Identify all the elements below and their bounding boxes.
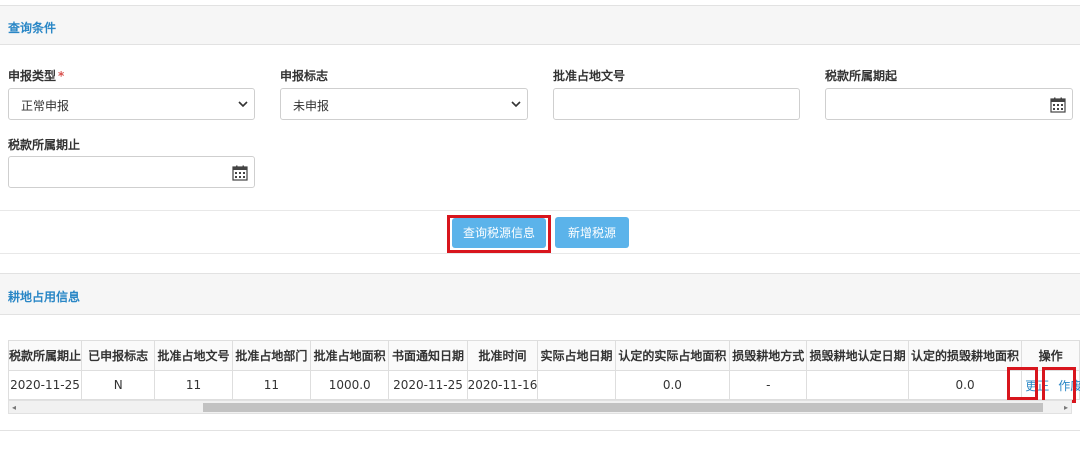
query-button-highlight bbox=[447, 215, 551, 253]
column-header[interactable]: 税款所属期止 bbox=[7, 340, 83, 371]
declare-type-select[interactable]: 正常申报 bbox=[8, 88, 255, 120]
correct-link-highlight bbox=[1007, 367, 1038, 400]
calendar-icon[interactable] bbox=[1050, 97, 1066, 113]
column-header: 操作 bbox=[1021, 340, 1080, 371]
tax-period-start-input[interactable] bbox=[825, 88, 1073, 120]
table-header-row: 税款所属期止 已申报标志 批准占地文号 批准占地部门 批准占地面积 书面通知日期… bbox=[7, 340, 1080, 371]
void-link-highlight bbox=[1042, 367, 1076, 403]
divider bbox=[0, 430, 1080, 431]
query-panel-header: 查询条件 bbox=[0, 5, 1080, 45]
declare-flag-select[interactable]: 未申报 bbox=[280, 88, 528, 120]
query-panel-title: 查询条件 bbox=[8, 21, 57, 35]
table-cell bbox=[537, 370, 616, 400]
column-header[interactable]: 书面通知日期 bbox=[388, 340, 468, 371]
column-header[interactable]: 损毁耕地认定日期 bbox=[806, 340, 909, 371]
table-cell: 11 bbox=[231, 370, 312, 400]
table-cell: 2020-11-25 bbox=[7, 370, 83, 400]
info-panel-header: 耕地占用信息 bbox=[0, 273, 1080, 315]
column-header[interactable]: 损毁耕地方式 bbox=[729, 340, 808, 371]
approval-doc-no-input[interactable] bbox=[553, 88, 800, 120]
add-tax-source-button[interactable]: 新增税源 bbox=[555, 217, 629, 248]
declare-type-label: 申报类型 * bbox=[8, 67, 64, 84]
land-occupation-table: 税款所属期止 已申报标志 批准占地文号 批准占地部门 批准占地面积 书面通知日期… bbox=[7, 340, 1080, 400]
column-header[interactable]: 已申报标志 bbox=[81, 340, 156, 371]
tax-period-start-label: 税款所属期起 bbox=[825, 69, 898, 83]
table-cell: N bbox=[81, 370, 156, 400]
calendar-icon[interactable] bbox=[232, 165, 248, 181]
column-header[interactable]: 实际占地日期 bbox=[537, 340, 616, 371]
table-cell bbox=[806, 370, 909, 400]
scrollbar-thumb[interactable] bbox=[203, 403, 1043, 412]
column-header[interactable]: 批准占地部门 bbox=[231, 340, 312, 371]
tax-period-end-label: 税款所属期止 bbox=[8, 138, 81, 152]
approval-doc-no-label: 批准占地文号 bbox=[553, 69, 626, 83]
scroll-left-icon[interactable]: ◂ bbox=[12, 403, 16, 412]
column-header[interactable]: 批准时间 bbox=[466, 340, 539, 371]
info-panel-title: 耕地占用信息 bbox=[8, 290, 81, 304]
column-header[interactable]: 批准占地面积 bbox=[310, 340, 390, 371]
chevron-down-icon bbox=[238, 101, 248, 108]
table-row[interactable]: 2020-11-25 N 11 11 1000.0 2020-11-25 202… bbox=[7, 370, 1080, 400]
declare-flag-value: 未申报 bbox=[293, 99, 330, 113]
declare-type-value: 正常申报 bbox=[21, 99, 70, 113]
table-cell: 0.0 bbox=[614, 370, 731, 400]
declare-flag-label: 申报标志 bbox=[280, 69, 329, 83]
chevron-down-icon bbox=[511, 101, 521, 108]
tax-period-end-input[interactable] bbox=[8, 156, 255, 188]
declare-type-label-text: 申报类型 bbox=[8, 69, 57, 83]
required-mark: * bbox=[58, 69, 65, 83]
table-horizontal-scrollbar[interactable]: ◂ ▸ bbox=[8, 400, 1072, 414]
table-cell: 11 bbox=[154, 370, 233, 400]
scroll-right-icon[interactable]: ▸ bbox=[1064, 403, 1068, 412]
table-cell: - bbox=[729, 370, 808, 400]
table-cell: 1000.0 bbox=[310, 370, 390, 400]
table-cell: 2020-11-16 bbox=[466, 370, 539, 400]
column-header[interactable]: 认定的实际占地面积 bbox=[614, 340, 731, 371]
column-header[interactable]: 认定的损毁耕地面积 bbox=[907, 340, 1023, 371]
column-header[interactable]: 批准占地文号 bbox=[154, 340, 233, 371]
table-cell: 2020-11-25 bbox=[388, 370, 468, 400]
table-cell: 0.0 bbox=[907, 370, 1023, 400]
